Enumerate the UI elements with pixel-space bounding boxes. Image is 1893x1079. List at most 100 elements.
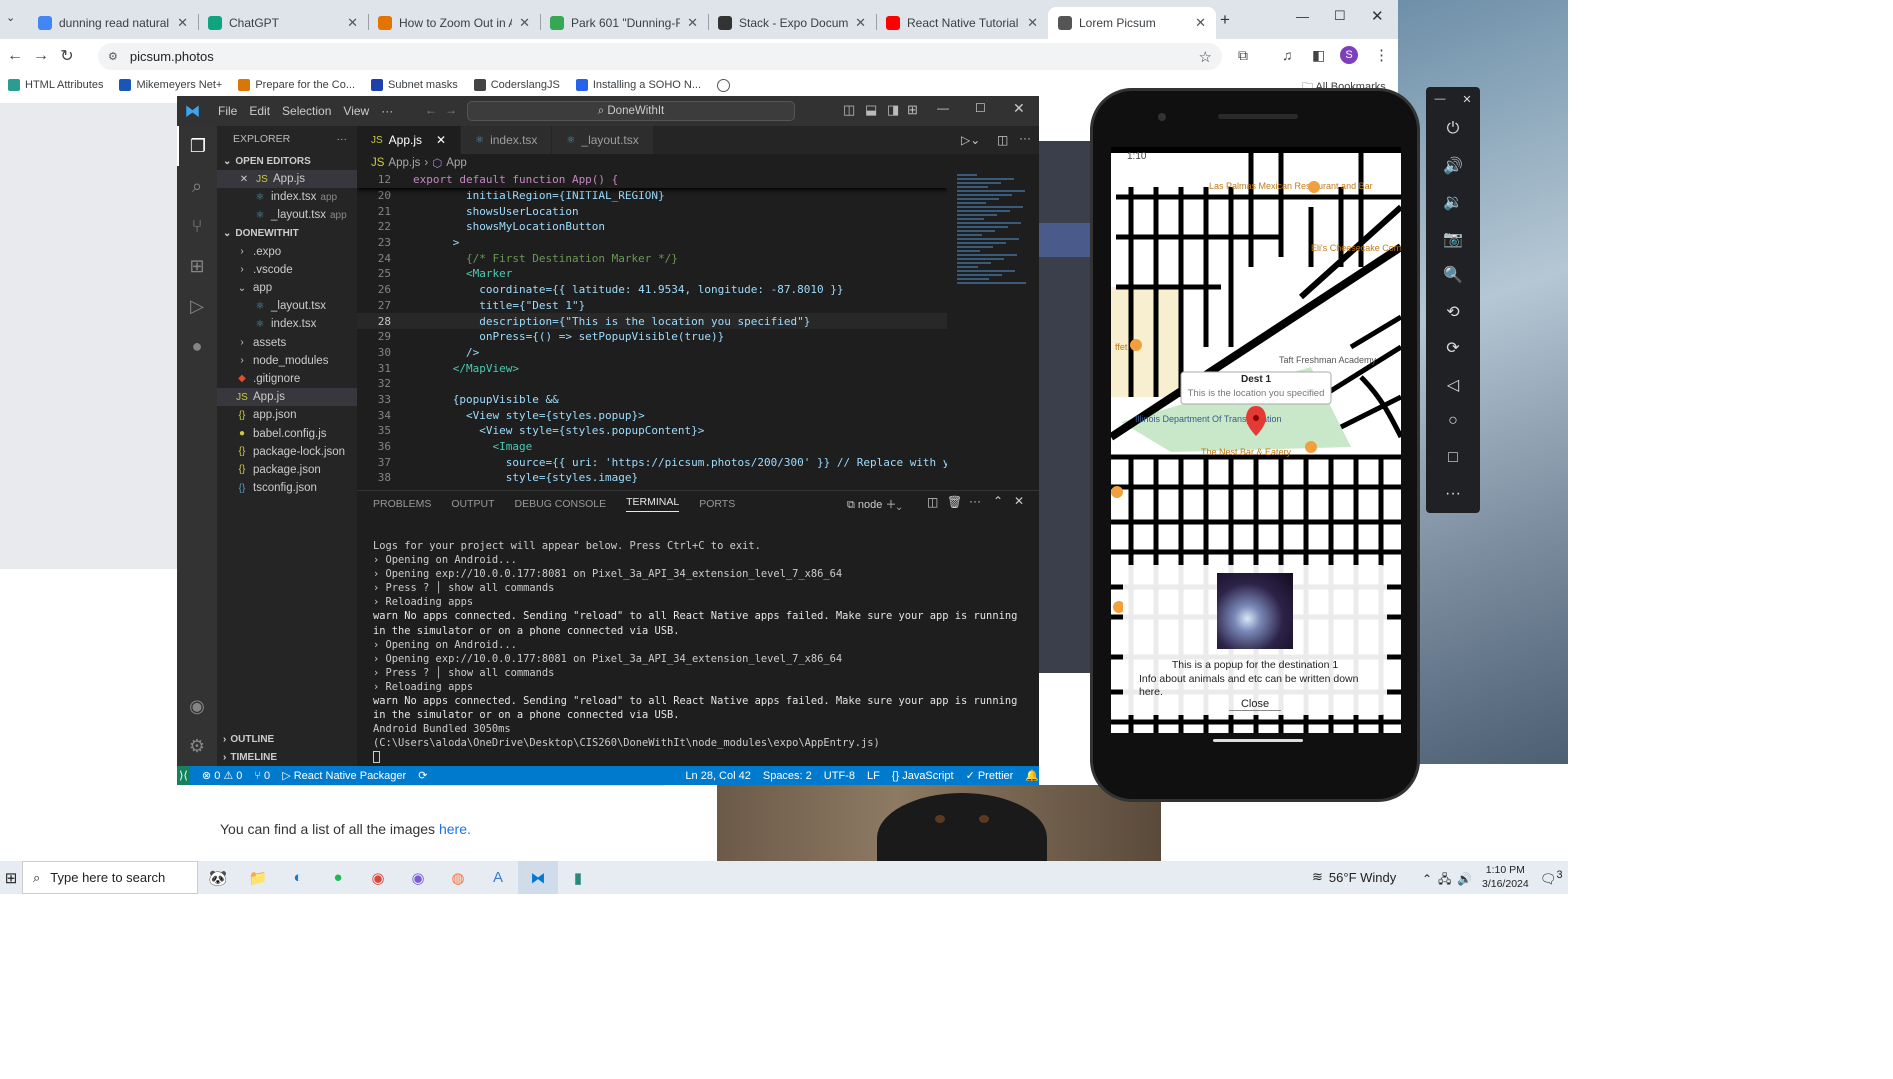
run-code-icon[interactable]: ▷⌄ [961,133,980,147]
maximize-panel-chevron-icon[interactable]: ⌃ [993,494,1003,508]
windows-start-icon[interactable]: ⊞ [0,861,22,894]
open-editor-item[interactable]: ⚛ index.tsx app [217,188,357,206]
browser-tab[interactable]: dunning read natural are ✕ [28,7,198,39]
browser-tab[interactable]: How to Zoom Out in And ✕ [368,7,540,39]
weather-widget[interactable]: ≋ 56°F Windy [1312,869,1396,885]
tab-close-icon[interactable]: ✕ [347,15,358,31]
code-editor[interactable]: 12 export default function App() { 20 in… [357,172,947,490]
power-icon[interactable]: ⏻ [1426,111,1480,148]
code-line[interactable]: 38 style={styles.image} [357,470,947,486]
side-panel-icon[interactable]: ◧ [1312,47,1325,64]
toggle-sidebar-icon[interactable]: ◫ [843,102,855,118]
tree-item[interactable]: › assets [217,334,357,352]
window-close-button[interactable]: ✕ [1371,7,1384,25]
code-line[interactable]: 21 showsUserLocation [357,203,947,219]
vscode-taskbar-icon[interactable]: ⧓ [518,861,558,894]
remote-indicator-icon[interactable]: ⟩⟨ [177,766,190,785]
tree-item[interactable]: ⚛ index.tsx [217,315,357,333]
firefox-icon[interactable]: ◍ [438,861,478,894]
menu-item[interactable]: View [343,104,369,118]
code-line[interactable]: 23 > [357,235,947,251]
map-label-elis-cheesecake[interactable]: Eli's Cheesecake Company [1311,243,1401,253]
status-indent[interactable]: Spaces: 2 [763,770,812,782]
profile-avatar[interactable]: S [1340,46,1358,64]
code-line[interactable]: 36 <Image [357,439,947,455]
panel-tab[interactable]: OUTPUT [451,498,494,510]
map-label-taft[interactable]: Taft Freshman Academy [1279,355,1377,365]
status-cursor-position[interactable]: Ln 28, Col 42 [685,770,750,782]
open-editor-item[interactable]: ✕ JS App.js [217,170,357,189]
explorer-files-icon[interactable]: ❐ [177,126,217,166]
map-label-ffet[interactable]: ffet [1115,342,1128,352]
open-editor-item[interactable]: ⚛ _layout.tsx app [217,206,357,224]
command-center-search[interactable]: ⌕ DoneWithIt [467,101,795,121]
editor-tab[interactable]: JS App.js ✕ [357,126,462,154]
tree-item[interactable]: {} tsconfig.json [217,479,357,497]
tab-close-icon[interactable]: ✕ [687,15,698,31]
forward-arrow-icon[interactable]: → [28,47,54,65]
tab-close-icon[interactable]: ✕ [1195,15,1206,31]
browser-tab[interactable]: ChatGPT ✕ [198,7,368,39]
popup-close-button[interactable]: Close [1229,698,1281,711]
browser-tab[interactable]: Lorem Picsum ✕ [1048,7,1216,39]
code-line[interactable]: 27 title={"Dest 1"} [357,298,947,314]
address-bar[interactable]: ⚙ picsum.photos ☆ [98,43,1222,70]
tab-search-chevron-icon[interactable]: ⌄ [6,11,15,24]
extensions-icon[interactable]: ⧉ [1238,47,1248,64]
back-arrow-icon[interactable]: ← [2,47,28,65]
chrome-icon[interactable]: ◉ [358,861,398,894]
minimap[interactable] [953,172,1033,490]
zoom-icon[interactable]: 🔍 [1426,257,1480,294]
status-prettier[interactable]: ✓ Prettier [966,769,1014,782]
bookmark-item[interactable]: CoderslangJS [473,79,560,91]
menu-item[interactable]: ··· [381,104,393,118]
split-terminal-icon[interactable]: ◫ [927,495,938,509]
status-ports[interactable]: ⑂ 0 [254,770,270,782]
toggle-panel-icon[interactable]: ⬓ [865,102,877,118]
code-line[interactable]: 20 initialRegion={INITIAL_REGION} [357,188,947,204]
code-line[interactable]: 34 <View style={styles.popup}> [357,407,947,423]
code-line[interactable]: 32 [357,376,947,392]
edge-icon[interactable]: ◐ [278,861,318,894]
file-explorer-icon[interactable]: 📁 [238,861,278,894]
browser-tab[interactable]: React Native Tutorial for ✕ [876,7,1048,39]
back-triangle-icon[interactable]: ◁ [1426,367,1480,404]
code-line[interactable]: 25 <Marker [357,266,947,282]
app-store-icon[interactable]: A [478,861,518,894]
overview-square-icon[interactable]: □ [1426,440,1480,477]
tree-item[interactable]: ⚛ _layout.tsx [217,297,357,315]
accounts-icon[interactable]: ◉ [177,686,217,726]
emulator-minimize-button[interactable]: — [1434,93,1445,105]
outline-section[interactable]: › OUTLINE [217,730,357,748]
more-options-icon[interactable]: ··· [1426,476,1480,513]
map-label-las-palmas[interactable]: Las Palmas Mexican Restaurant and Bar [1209,181,1373,191]
run-debug-icon[interactable]: ▷ [177,286,217,326]
chrome-menu-icon[interactable]: ⋮ [1374,46,1389,64]
github-icon[interactable]: ● [177,326,217,366]
split-editor-icon[interactable]: ◫ [997,133,1008,147]
menu-item[interactable]: File [218,104,237,118]
status-packager[interactable]: ▷ React Native Packager [282,769,406,782]
tree-item[interactable]: ◆ .gitignore [217,370,357,388]
search-activity-icon[interactable]: ⌕ [177,166,217,206]
tree-item[interactable]: › node_modules [217,352,357,370]
extensions-activity-icon[interactable]: ⊞ [177,246,217,286]
editor-tab-close-icon[interactable]: ✕ [436,133,446,147]
new-tab-plus-icon[interactable]: + [1220,10,1230,30]
rotate-left-icon[interactable]: ⟲ [1426,294,1480,331]
project-section[interactable]: ⌄ DONEWITHIT [217,225,357,243]
chrome-profile-icon[interactable]: ◉ [398,861,438,894]
media-controls-icon[interactable]: ♫ [1282,47,1293,63]
toggle-secondary-sidebar-icon[interactable]: ◨ [887,102,899,118]
home-indicator-bar[interactable] [1213,739,1303,742]
code-line[interactable]: 30 /> [357,345,947,361]
panda-widget-icon[interactable]: 🐼 [198,861,238,894]
kill-terminal-trash-icon[interactable]: 🗑 [947,495,962,509]
tree-item[interactable]: ● babel.config.js [217,424,357,442]
bookmark-item[interactable]: Installing a SOHO N... [575,79,701,91]
reload-icon[interactable]: ↻ [54,46,80,66]
tree-item[interactable]: › .vscode [217,261,357,279]
taskbar-clock[interactable]: 1:10 PM 3/16/2024 [1482,863,1529,891]
nav-back-arrow-icon[interactable]: ← [425,103,437,117]
status-notifications-bell-icon[interactable]: 🔔 [1025,769,1039,782]
